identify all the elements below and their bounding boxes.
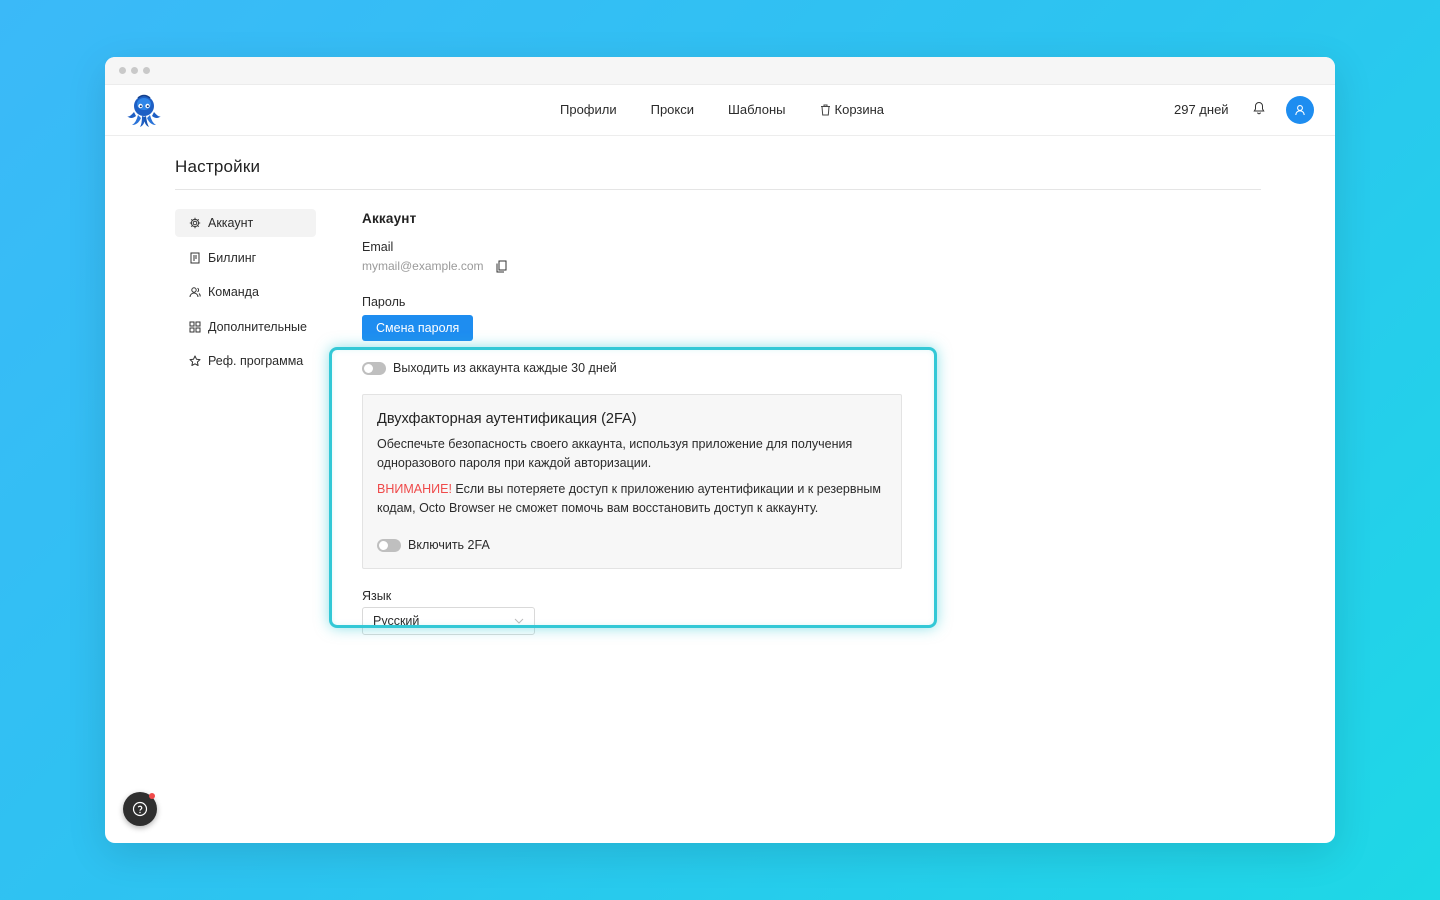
twofa-title: Двухфакторная аутентификация (2FA) bbox=[377, 411, 637, 427]
logout-30-days-toggle[interactable] bbox=[362, 361, 386, 375]
help-button[interactable] bbox=[123, 792, 157, 826]
warning-label: ВНИМАНИЕ! bbox=[377, 482, 452, 496]
star-icon bbox=[189, 355, 201, 366]
team-icon bbox=[189, 287, 201, 298]
octopus-logo-icon[interactable] bbox=[125, 92, 163, 128]
receipt-icon bbox=[190, 252, 200, 263]
sidebar-item-label: Биллинг bbox=[208, 250, 257, 265]
sidebar-item-label: Дополнительные bbox=[208, 319, 307, 334]
logout-toggle-label: Выходить из аккаунта каждые 30 дней bbox=[393, 361, 617, 375]
user-avatar[interactable] bbox=[1286, 96, 1314, 124]
main-nav-links: Профили Прокси Шаблоны Корзина bbox=[560, 102, 884, 117]
enable-2fa-setting: Включить 2FA bbox=[377, 538, 887, 552]
enable-2fa-toggle[interactable] bbox=[377, 538, 401, 552]
window-dot[interactable] bbox=[143, 67, 150, 74]
window-dot[interactable] bbox=[131, 67, 138, 74]
nav-profiles[interactable]: Профили bbox=[560, 102, 617, 117]
twofa-warning: ВНИМАНИЕ! Если вы потеряете доступ к при… bbox=[377, 480, 887, 518]
twofa-panel: Двухфакторная аутентификация (2FA) Обесп… bbox=[362, 394, 902, 569]
sidebar-item-billing[interactable]: Биллинг bbox=[175, 244, 316, 272]
sidebar-item-team[interactable]: Команда bbox=[175, 278, 316, 306]
window-titlebar bbox=[105, 57, 1335, 85]
logout-setting: Выходить из аккаунта каждые 30 дней bbox=[362, 361, 922, 375]
sidebar-item-label: Аккаунт bbox=[208, 216, 254, 230]
settings-sidebar: Аккаунт Биллинг Команда Дополнительные Р… bbox=[175, 209, 316, 382]
bell-icon[interactable] bbox=[1253, 101, 1265, 115]
title-divider bbox=[175, 189, 1261, 190]
language-select[interactable]: Русский bbox=[362, 607, 535, 635]
nav-templates[interactable]: Шаблоны bbox=[728, 102, 786, 117]
top-navigation: Профили Прокси Шаблоны Корзина 297 дней bbox=[105, 85, 1335, 136]
password-label: Пароль bbox=[362, 295, 406, 309]
notification-dot bbox=[149, 793, 155, 799]
account-settings: Аккаунт Email mymail@example.com Пароль … bbox=[362, 211, 922, 635]
sidebar-item-advanced[interactable]: Дополнительные bbox=[175, 313, 316, 341]
user-icon bbox=[1295, 105, 1305, 116]
twofa-description: Обеспечьте безопасность своего аккаунта,… bbox=[377, 437, 853, 470]
enable-2fa-label: Включить 2FA bbox=[408, 538, 490, 552]
change-password-button[interactable]: Смена пароля bbox=[362, 315, 474, 341]
nav-proxies-label: Прокси bbox=[650, 102, 695, 117]
email-value: mymail@example.com bbox=[362, 259, 484, 273]
window-dot[interactable] bbox=[119, 67, 126, 74]
app-window: Профили Прокси Шаблоны Корзина 297 дней … bbox=[105, 57, 1335, 843]
nav-trash[interactable]: Корзина bbox=[820, 102, 885, 117]
settings-content: Настройки Аккаунт Биллинг Команда Дополн… bbox=[175, 157, 1261, 635]
gear-icon bbox=[189, 217, 201, 229]
chevron-down-icon bbox=[514, 618, 524, 624]
sidebar-item-label: Реф. программа bbox=[208, 354, 304, 368]
language-label: Язык bbox=[362, 589, 392, 603]
nav-profiles-label: Профили bbox=[560, 102, 617, 117]
nav-templates-label: Шаблоны bbox=[728, 102, 786, 117]
sidebar-item-account[interactable]: Аккаунт bbox=[175, 209, 316, 237]
copy-icon[interactable] bbox=[496, 260, 507, 273]
email-label: Email bbox=[362, 240, 394, 254]
nav-proxies[interactable]: Прокси bbox=[651, 102, 694, 117]
sidebar-item-referral[interactable]: Реф. программа bbox=[175, 347, 316, 375]
warning-text: Если вы потеряете доступ к приложению ау… bbox=[377, 482, 881, 515]
grid-icon bbox=[189, 321, 201, 332]
subscription-days-left: 297 дней bbox=[1174, 102, 1229, 117]
page-title: Настройки bbox=[175, 157, 261, 176]
question-icon bbox=[132, 801, 148, 817]
sidebar-item-label: Команда bbox=[208, 285, 259, 299]
trash-icon bbox=[820, 104, 830, 115]
section-title: Аккаунт bbox=[362, 211, 417, 226]
nav-trash-label: Корзина bbox=[834, 102, 885, 117]
language-value: Русский bbox=[373, 614, 420, 628]
